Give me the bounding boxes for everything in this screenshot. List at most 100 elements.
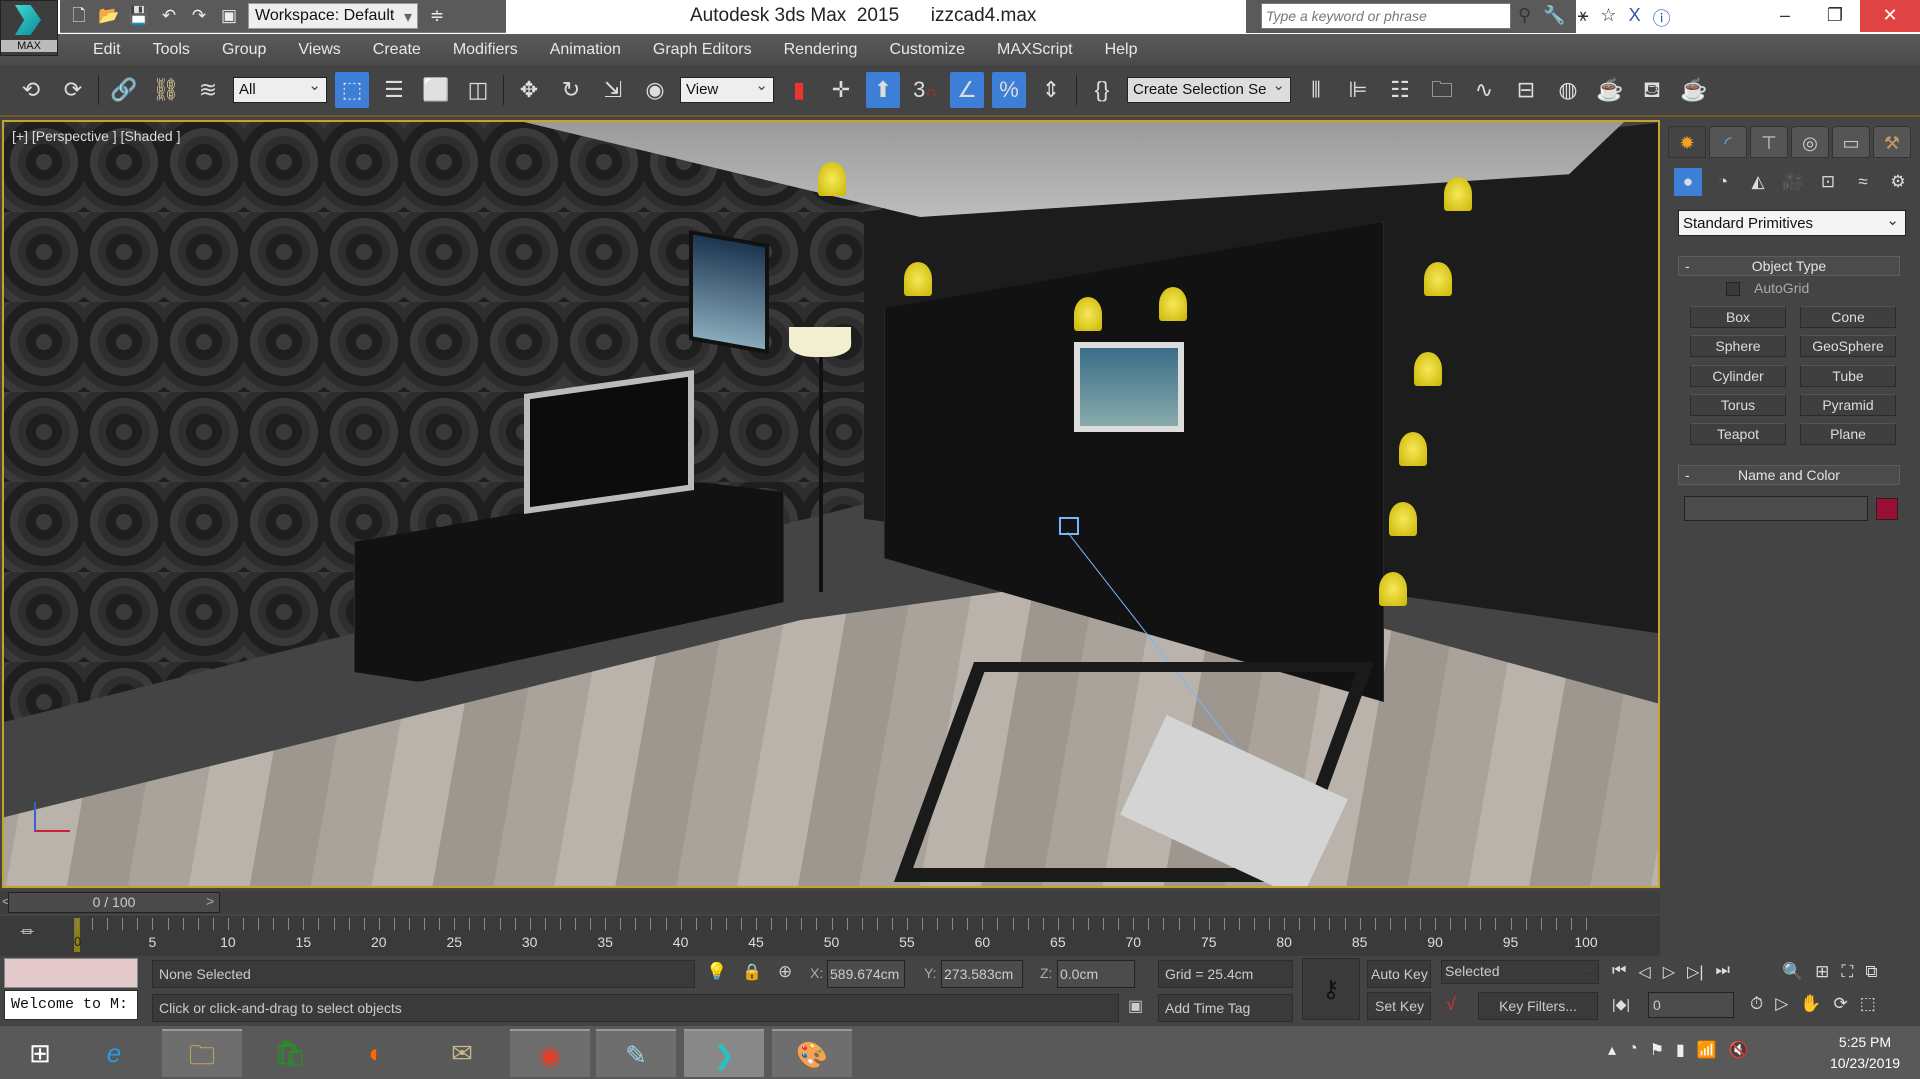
menu-edit[interactable]: Edit	[77, 41, 137, 59]
zoom-extents-all-icon[interactable]: ⧉	[1865, 962, 1877, 982]
utilities-tab-icon[interactable]: ⚒	[1873, 126, 1911, 158]
auto-key-button[interactable]: Auto Key	[1367, 960, 1431, 988]
percent-snap-icon[interactable]: %	[992, 72, 1026, 108]
orbit-icon[interactable]: ⟳	[1834, 994, 1848, 1014]
y-coordinate-field[interactable]: 273.583cm	[941, 960, 1023, 988]
menu-help[interactable]: Help	[1089, 41, 1154, 59]
manipulate-icon[interactable]: ✛	[824, 72, 858, 108]
track-bar[interactable]: ⏛ 0 5 10 15 20 25 30 35 40 45 50 55 60 65 70 75 80 85 90 9…	[0, 916, 1660, 956]
snaps-toggle-icon[interactable]: 3∩	[908, 72, 942, 108]
material-editor-icon[interactable]: ◍	[1551, 72, 1585, 108]
menu-views[interactable]: Views	[282, 41, 356, 59]
key-mode-dropdown[interactable]: Selected	[1441, 960, 1599, 984]
restore-button[interactable]: ❐	[1810, 0, 1860, 32]
current-frame-field[interactable]: 0	[1648, 992, 1734, 1018]
help-icon[interactable]: ⓘ	[1653, 5, 1671, 31]
time-slider-thumb[interactable]: 0 / 100	[8, 892, 220, 913]
rectangular-selection-icon[interactable]: ⬜	[419, 72, 453, 108]
file-explorer-icon[interactable]: 🗀	[162, 1029, 242, 1077]
tube-button[interactable]: Tube	[1800, 365, 1896, 387]
box-button[interactable]: Box	[1690, 306, 1786, 328]
start-button-windows-icon[interactable]: ⊞	[0, 1029, 80, 1077]
tray-app-icon[interactable]: ◔	[1628, 1040, 1638, 1060]
zoom-extents-icon[interactable]: ⛶	[1841, 962, 1853, 982]
binoculars-icon[interactable]: ⚲	[1518, 5, 1531, 31]
key-icon[interactable]: 🔧	[1543, 5, 1565, 31]
next-frame-icon[interactable]: ▷|	[1687, 962, 1703, 982]
menu-customize[interactable]: Customize	[873, 41, 981, 59]
plane-button[interactable]: Plane	[1800, 423, 1896, 445]
lights-icon[interactable]: ◭	[1744, 168, 1772, 196]
key-mode-toggle-icon[interactable]: |◆|	[1612, 996, 1630, 1013]
teapot-button[interactable]: Teapot	[1690, 423, 1786, 445]
time-config-icon[interactable]: ⏱	[1750, 994, 1763, 1014]
window-crossing-icon[interactable]: ◫	[461, 72, 495, 108]
systems-icon[interactable]: ⚙	[1884, 168, 1912, 196]
geosphere-button[interactable]: GeoSphere	[1800, 335, 1896, 357]
action-center-icon[interactable]: ⚑	[1650, 1040, 1664, 1060]
paint-icon[interactable]: 🎨	[772, 1029, 852, 1077]
notepad-icon[interactable]: ✎	[596, 1029, 676, 1077]
customize-qat-icon[interactable]: ≑	[426, 5, 448, 27]
unlink-icon[interactable]: ⛓	[149, 72, 183, 108]
satellite-icon[interactable]: ⚹	[1578, 5, 1589, 31]
internet-explorer-icon[interactable]: e	[74, 1029, 154, 1077]
3ds-max-taskbar-icon[interactable]: ❯	[684, 1029, 764, 1077]
store-icon[interactable]: 🛍	[250, 1029, 330, 1077]
maxscript-mini-listener[interactable]	[4, 958, 138, 988]
cameras-icon[interactable]: 🎥	[1779, 168, 1807, 196]
zoom-all-icon[interactable]: ⊞	[1815, 962, 1829, 982]
primitive-category-dropdown[interactable]: Standard Primitives	[1678, 210, 1906, 236]
spinner-snap-icon[interactable]: ⇕	[1034, 72, 1068, 108]
zoom-icon[interactable]: 🔍	[1782, 962, 1803, 982]
select-by-name-icon[interactable]: ☰	[377, 72, 411, 108]
sphere-button[interactable]: Sphere	[1690, 335, 1786, 357]
maximize-viewport-icon[interactable]: ⬚	[1860, 994, 1876, 1014]
link-icon[interactable]: 🔗	[107, 72, 141, 108]
render-production-icon[interactable]: ☕	[1677, 72, 1711, 108]
menu-tools[interactable]: Tools	[137, 41, 206, 59]
key-tangent-icon[interactable]: √	[1446, 994, 1456, 1015]
autogrid-checkbox[interactable]	[1726, 282, 1740, 296]
time-slider[interactable]: < 0 / 100 >	[0, 891, 1660, 914]
set-key-button[interactable]: Set Key	[1367, 992, 1431, 1020]
rendered-frame-window-icon[interactable]: ⛾	[1635, 72, 1669, 108]
application-button[interactable]: MAX	[0, 0, 58, 56]
move-icon[interactable]: ✥	[512, 72, 546, 108]
add-time-tag-button[interactable]: Add Time Tag	[1158, 994, 1293, 1022]
shapes-icon[interactable]: ◔	[1709, 168, 1737, 196]
show-hidden-icons-icon[interactable]: ▴	[1608, 1040, 1616, 1060]
undo-icon[interactable]: ↶	[158, 5, 180, 27]
go-to-end-icon[interactable]: ⏭	[1716, 962, 1730, 982]
bind-space-warp-icon[interactable]: ≋	[191, 72, 225, 108]
exchange-icon[interactable]: X	[1629, 5, 1641, 31]
cylinder-button[interactable]: Cylinder	[1690, 365, 1786, 387]
clock[interactable]: 5:25 PM 10/23/2019	[1820, 1032, 1910, 1074]
hierarchy-tab-icon[interactable]: ⊤	[1750, 126, 1788, 158]
undo-icon[interactable]: ⟲	[14, 72, 48, 108]
media-app-icon[interactable]: ◐	[336, 1029, 416, 1077]
pivot-center-icon[interactable]: ▮	[782, 72, 816, 108]
search-input[interactable]: Type a keyword or phrase	[1261, 3, 1511, 29]
edit-named-selection-icon[interactable]: {}	[1085, 72, 1119, 108]
set-keys-key-icon[interactable]: ⚷	[1302, 958, 1360, 1020]
rotate-icon[interactable]: ↻	[554, 72, 588, 108]
select-object-icon[interactable]: ⬚	[335, 72, 369, 108]
curve-editor-icon[interactable]: ∿	[1467, 72, 1501, 108]
absolute-mode-icon[interactable]: ⊕	[778, 962, 792, 982]
perspective-viewport[interactable]: [+] [Perspective ] [Shaded ]	[2, 120, 1660, 888]
menu-graph-editors[interactable]: Graph Editors	[637, 41, 768, 59]
project-folder-icon[interactable]: ▣	[218, 5, 240, 27]
chrome-icon[interactable]: ◉	[510, 1029, 590, 1077]
selection-lock-icon[interactable]: 🔒	[742, 962, 762, 982]
pan-icon[interactable]: ✋	[1800, 994, 1821, 1014]
mirror-icon[interactable]: ⫴	[1299, 72, 1333, 108]
object-color-swatch[interactable]	[1876, 498, 1898, 520]
menu-maxscript[interactable]: MAXScript	[981, 41, 1089, 59]
workspace-dropdown[interactable]: Workspace: Default	[248, 3, 418, 29]
name-color-rollout-header[interactable]: - Name and Color	[1678, 465, 1900, 485]
redo-icon[interactable]: ↷	[188, 5, 210, 27]
menu-animation[interactable]: Animation	[534, 41, 637, 59]
menu-create[interactable]: Create	[357, 41, 437, 59]
scanner-app-icon[interactable]: ✉	[422, 1029, 502, 1077]
